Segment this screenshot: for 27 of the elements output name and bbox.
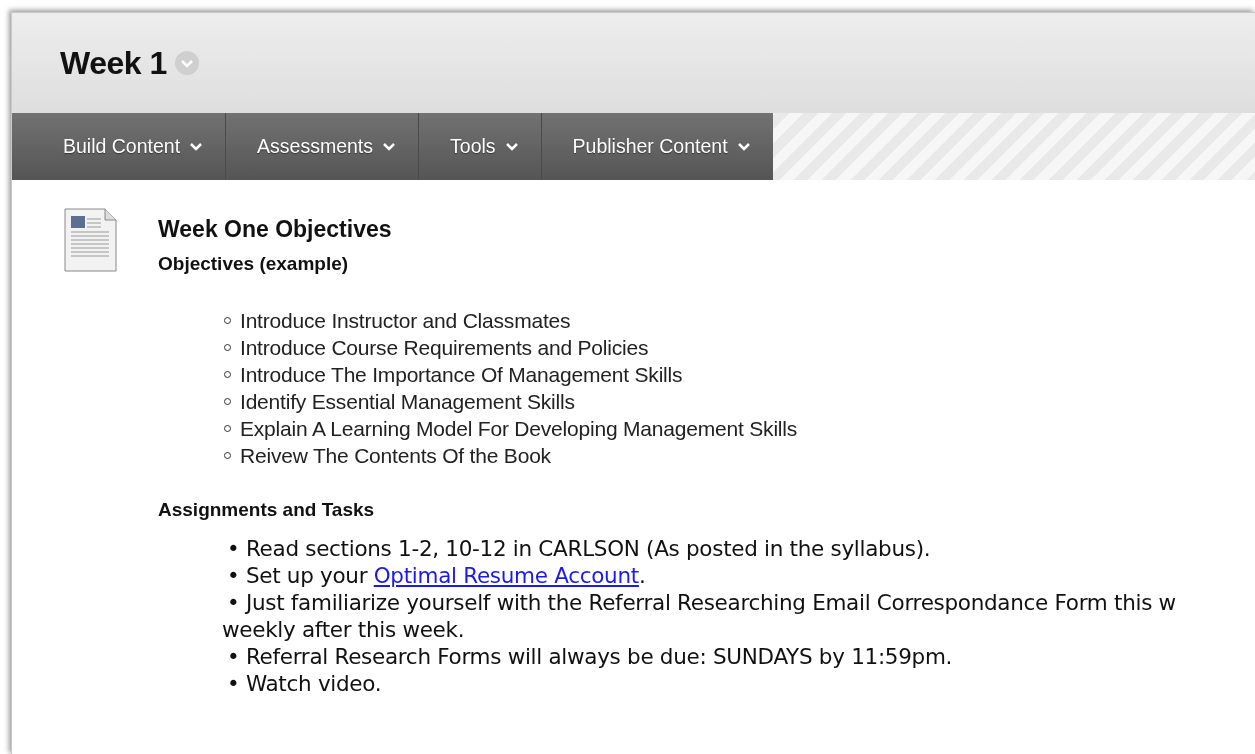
section-heading: Objectives (example) <box>158 253 350 275</box>
list-item: Introduce Course Requirements and Policies <box>240 335 649 360</box>
document-icon <box>64 208 117 272</box>
account-link[interactable]: Optimal Resume Account <box>373 563 639 588</box>
chevron-down-icon <box>382 141 397 152</box>
chevron-down-icon <box>504 141 519 152</box>
list-item: Explain A Learning Model For Developing Management Skills <box>240 416 798 441</box>
list-item: Introduce Instructor and Classmates <box>240 308 571 333</box>
menu-tab[interactable]: Publisher Content <box>541 113 773 180</box>
task-line: • Set up your Optimal Resume Account. <box>226 562 647 589</box>
list-item: Introduce The Importance Of Management Skills <box>240 362 683 387</box>
list-item: Reivew The Contents Of the Book <box>240 443 551 468</box>
menu-tab[interactable]: Assessments <box>226 113 420 180</box>
task-line: • Read sections 1-2, 10-12 in CARLSON (As posted in the syllabus). <box>226 535 932 562</box>
chevron-down-icon[interactable] <box>174 51 199 75</box>
task-line: • Referral Research Forms will always be due: SUNDAYS by 11:59pm. <box>226 643 954 670</box>
menu-tab[interactable]: Tools <box>419 113 542 180</box>
item-title[interactable]: Week One Objectives <box>158 216 1176 243</box>
chevron-down-icon <box>189 141 204 152</box>
list-item: Identify Essential Management Skills <box>240 389 575 414</box>
page-title: Week 1 <box>60 44 167 82</box>
chevron-down-icon <box>736 141 751 152</box>
menu-tab[interactable]: Build Content <box>32 113 227 180</box>
task-line: weekly after this week. <box>221 616 466 643</box>
task-line: • Watch video. <box>226 670 383 697</box>
task-line: • Just familiarize yourself with the Referral Researching Email Correspondance Form this w <box>226 589 1176 616</box>
section-heading: Assignments and Tasks <box>158 499 376 521</box>
